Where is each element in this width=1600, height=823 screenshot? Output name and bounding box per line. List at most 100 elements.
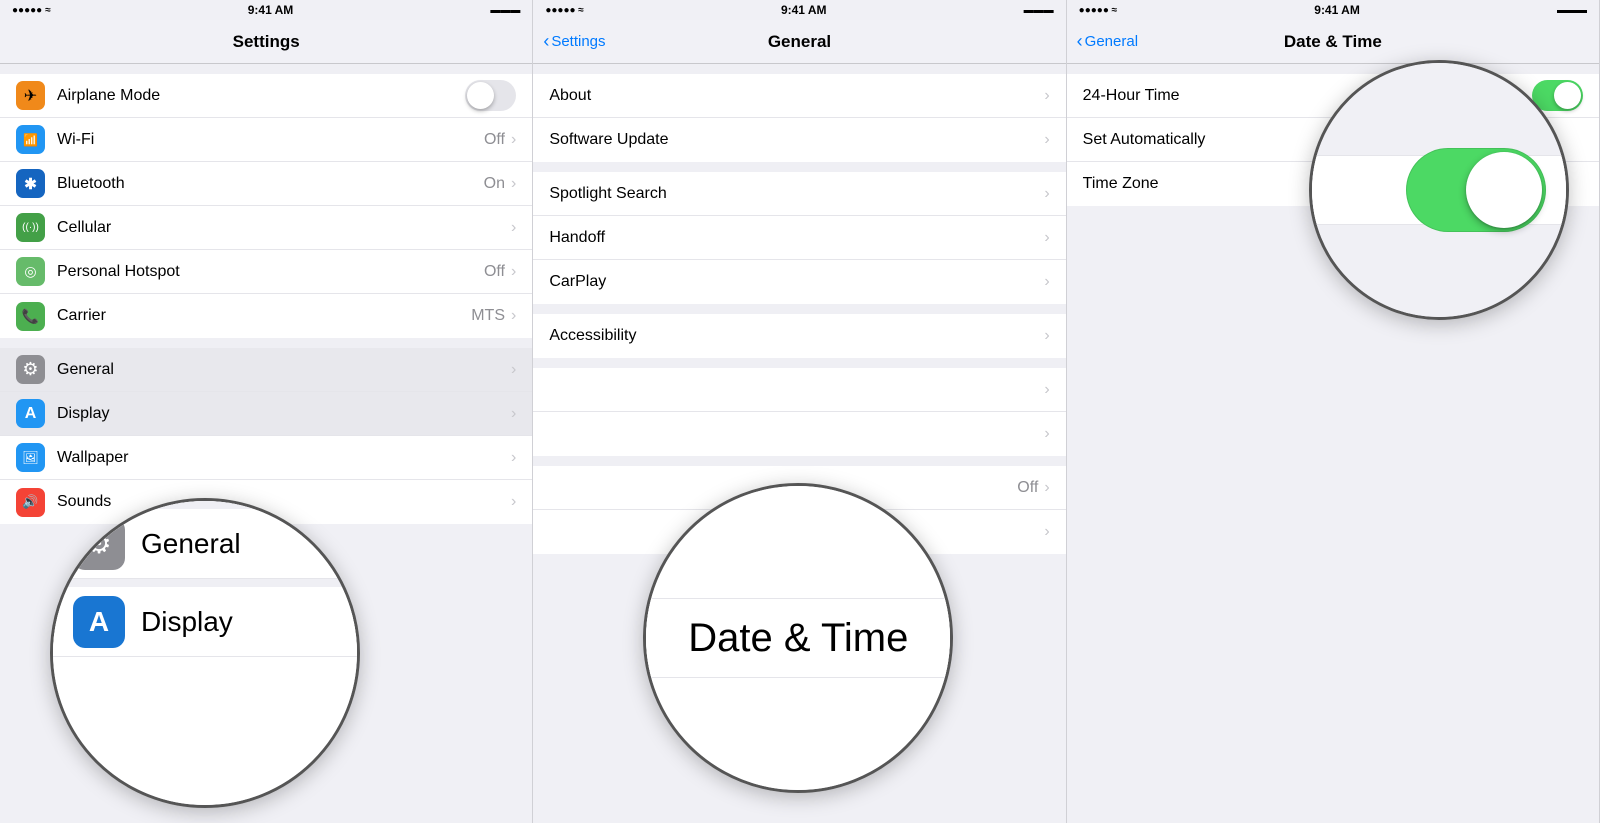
wifi-value: Off xyxy=(484,131,505,149)
software-update-chevron: › xyxy=(1044,131,1049,149)
about-chevron: › xyxy=(1044,87,1049,105)
magnifier-general: ⚙ General A Display xyxy=(50,498,360,808)
signal-2: ●●●●● ≈ xyxy=(545,5,583,16)
wifi-icon-1: ≈ xyxy=(45,5,51,16)
hotspot-chevron: › xyxy=(511,263,516,281)
carrier-icon: 📞 xyxy=(16,302,45,331)
cellular-chevron: › xyxy=(511,219,516,237)
wallpaper-label: Wallpaper xyxy=(57,449,511,467)
nav-back-label-datetime: General xyxy=(1085,33,1138,50)
row-general[interactable]: ⚙ General › xyxy=(0,348,532,392)
row-accessibility[interactable]: Accessibility › xyxy=(533,314,1065,358)
airplane-toggle-knob xyxy=(467,82,494,109)
mag-general-label: General xyxy=(141,528,241,560)
mag-display-label: Display xyxy=(141,606,233,638)
status-bar-1: ●●●●● ≈ 9:41 AM ▬▬▬ xyxy=(0,0,532,20)
mag-display-icon: A xyxy=(73,596,125,648)
row-hotspot[interactable]: ◎ Personal Hotspot Off › xyxy=(0,250,532,294)
general-section-1: About › Software Update › xyxy=(533,74,1065,162)
carrier-label: Carrier xyxy=(57,307,471,325)
datetime-spacer-1 xyxy=(1067,64,1599,74)
display-label: Display xyxy=(57,405,511,423)
airplane-toggle[interactable] xyxy=(465,80,516,111)
section-network: ✈ Airplane Mode 📶 Wi-Fi Off › ✱ Bluetoot… xyxy=(0,74,532,338)
carplay-chevron: › xyxy=(1044,273,1049,291)
general-label: General xyxy=(57,361,511,379)
extra1-chevron: › xyxy=(1044,381,1049,399)
row-handoff[interactable]: Handoff › xyxy=(533,216,1065,260)
display-chevron: › xyxy=(511,405,516,423)
signal-area-3: ●●●●● ≈ xyxy=(1079,5,1117,16)
row-carplay[interactable]: CarPlay › xyxy=(533,260,1065,304)
row-wifi[interactable]: 📶 Wi-Fi Off › xyxy=(0,118,532,162)
row-spotlight[interactable]: Spotlight Search › xyxy=(533,172,1065,216)
software-update-label: Software Update xyxy=(549,131,1044,149)
signal-dots-1: ●●●●● xyxy=(12,5,42,16)
general-chevron: › xyxy=(511,361,516,379)
mag3-content xyxy=(1312,63,1566,317)
battery-3: ▬▬▬ xyxy=(1557,5,1587,16)
general-spacer-3 xyxy=(533,304,1065,314)
nav-back-label: Settings xyxy=(551,33,605,50)
general-spacer-5 xyxy=(533,456,1065,466)
section-spacer-2 xyxy=(0,338,532,348)
display-icon: A xyxy=(16,399,45,428)
extra3-value: Off xyxy=(1017,479,1038,497)
status-bar-2: ●●●●● ≈ 9:41 AM ▬▬▬ xyxy=(533,0,1065,20)
row-about[interactable]: About › xyxy=(533,74,1065,118)
nav-back-general[interactable]: ‹ Settings xyxy=(543,31,605,52)
extra3-chevron: › xyxy=(1044,479,1049,497)
24hour-toggle-knob xyxy=(1554,82,1581,109)
row-extra1[interactable]: › xyxy=(533,368,1065,412)
mag1-content: ⚙ General A Display xyxy=(53,501,357,805)
general-section-4: › › xyxy=(533,368,1065,456)
row-carrier[interactable]: 📞 Carrier MTS › xyxy=(0,294,532,338)
nav-back-datetime[interactable]: ‹ General xyxy=(1077,31,1138,52)
nav-title-settings: Settings xyxy=(233,32,300,52)
sounds-label: Sounds xyxy=(57,493,511,511)
general-icon: ⚙ xyxy=(16,355,45,384)
row-extra2[interactable]: › xyxy=(533,412,1065,456)
wifi-icon: 📶 xyxy=(16,125,45,154)
panel-settings: ●●●●● ≈ 9:41 AM ▬▬▬ Settings ✈ Airplane … xyxy=(0,0,533,823)
row-bluetooth[interactable]: ✱ Bluetooth On › xyxy=(0,162,532,206)
row-display[interactable]: A Display › xyxy=(0,392,532,436)
nav-title-general: General xyxy=(768,32,831,52)
row-wallpaper[interactable]: 🖼 Wallpaper › xyxy=(0,436,532,480)
wallpaper-icon: 🖼 xyxy=(16,443,45,472)
row-software-update[interactable]: Software Update › xyxy=(533,118,1065,162)
24hour-toggle[interactable] xyxy=(1532,80,1583,111)
bluetooth-chevron: › xyxy=(511,175,516,193)
hotspot-value: Off xyxy=(484,263,505,281)
general-section-2: Spotlight Search › Handoff › CarPlay › xyxy=(533,172,1065,304)
extra2-chevron: › xyxy=(1044,425,1049,443)
battery-icon-1: ▬▬▬ xyxy=(490,5,520,16)
wifi-chevron: › xyxy=(511,131,516,149)
bluetooth-icon: ✱ xyxy=(16,169,45,198)
accessibility-label: Accessibility xyxy=(549,327,1044,345)
status-bar-3: ●●●●● ≈ 9:41 AM ▬▬▬ xyxy=(1067,0,1599,20)
hotspot-label: Personal Hotspot xyxy=(57,263,484,281)
hotspot-icon: ◎ xyxy=(16,257,45,286)
about-label: About xyxy=(549,87,1044,105)
bluetooth-label: Bluetooth xyxy=(57,175,484,193)
big-toggle-knob xyxy=(1466,152,1542,228)
row-airplane[interactable]: ✈ Airplane Mode xyxy=(0,74,532,118)
row-cellular[interactable]: ((·)) Cellular › xyxy=(0,206,532,250)
magnifier-toggle xyxy=(1309,60,1569,320)
nav-bar-settings: Settings xyxy=(0,20,532,64)
section-general: ⚙ General › A Display › 🖼 Wallpaper › 🔊 … xyxy=(0,348,532,524)
big-toggle[interactable] xyxy=(1406,148,1546,232)
back-chevron-icon-2: ‹ xyxy=(1077,31,1083,52)
panel-datetime: ●●●●● ≈ 9:41 AM ▬▬▬ ‹ General Date & Tim… xyxy=(1067,0,1600,823)
handoff-label: Handoff xyxy=(549,229,1044,247)
carrier-value: MTS xyxy=(471,307,505,325)
sounds-icon: 🔊 xyxy=(16,488,45,517)
signal-area-1: ●●●●● ≈ xyxy=(12,5,51,16)
signal-area-2: ●●●●● ≈ xyxy=(545,5,583,16)
bluetooth-value: On xyxy=(484,175,505,193)
carplay-label: CarPlay xyxy=(549,273,1044,291)
cellular-icon: ((·)) xyxy=(16,213,45,242)
nav-bar-general: ‹ Settings General xyxy=(533,20,1065,64)
cellular-label: Cellular xyxy=(57,219,511,237)
